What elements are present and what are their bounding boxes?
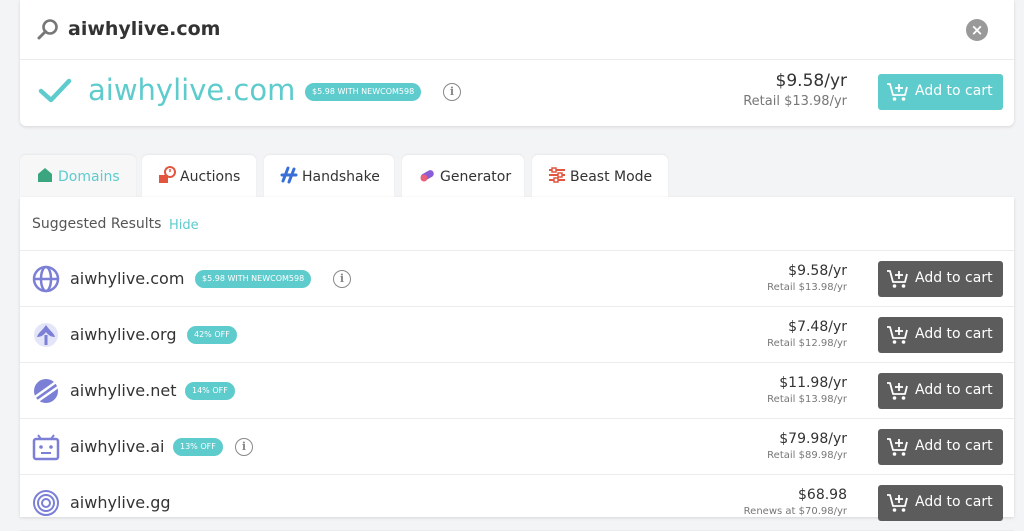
main-domain-name: aiwhylive.com xyxy=(88,73,296,107)
auction-icon xyxy=(159,166,176,183)
main-price: $9.58/yr xyxy=(775,71,847,91)
search-bar: aiwhylive.com × xyxy=(20,0,1014,60)
add-to-cart-button[interactable]: Add to cart xyxy=(878,373,1003,409)
tab-domains[interactable]: Domains xyxy=(20,155,136,197)
close-icon: × xyxy=(970,21,984,39)
tab-label: Generator xyxy=(440,169,512,185)
cart-label: Add to cart xyxy=(915,494,993,510)
main-retail-price: Retail $13.98/yr xyxy=(743,94,847,109)
result-row-gg: aiwhylive.gg $68.98 Renews at $70.98/yr … xyxy=(20,475,1014,531)
globe-icon xyxy=(32,265,60,293)
tab-label: Handshake xyxy=(302,169,380,185)
row-domain-name[interactable]: aiwhylive.com xyxy=(70,269,184,288)
hide-link[interactable]: Hide xyxy=(169,218,199,233)
info-icon[interactable]: i xyxy=(333,270,351,288)
info-icon[interactable]: i xyxy=(235,438,253,456)
promo-badge: $5.98 WITH NEWCOM598 xyxy=(195,270,312,288)
handshake-icon xyxy=(280,166,298,184)
generator-icon xyxy=(420,170,434,182)
row-domain-name[interactable]: aiwhylive.net xyxy=(70,381,177,400)
row-price: $68.98 xyxy=(798,487,847,503)
row-domain-name[interactable]: aiwhylive.org xyxy=(70,325,176,344)
org-icon xyxy=(34,323,58,347)
row-price: $7.48/yr xyxy=(788,319,847,335)
cart-add-icon xyxy=(887,382,908,400)
row-retail-price: Retail $12.98/yr xyxy=(767,338,847,349)
add-to-cart-button[interactable]: Add to cart xyxy=(878,261,1003,297)
home-icon xyxy=(38,168,52,182)
check-icon xyxy=(38,78,72,103)
tab-label: Auctions xyxy=(180,169,241,185)
add-to-cart-button[interactable]: Add to cart xyxy=(878,317,1003,353)
clear-search-button[interactable]: × xyxy=(966,19,988,41)
cart-add-icon xyxy=(887,494,908,512)
add-to-cart-button[interactable]: Add to cart xyxy=(878,485,1003,521)
search-input[interactable]: aiwhylive.com xyxy=(68,18,220,40)
ai-icon xyxy=(32,434,60,461)
tab-handshake[interactable]: Handshake xyxy=(264,155,394,197)
cart-label: Add to cart xyxy=(915,438,993,454)
tab-auctions[interactable]: Auctions xyxy=(142,155,256,197)
cart-add-icon xyxy=(887,438,908,456)
info-icon[interactable]: i xyxy=(443,83,461,101)
promo-badge: $5.98 WITH NEWCOM598 xyxy=(305,83,422,101)
result-row-ai: aiwhylive.ai 13% OFF i $79.98/yr Retail … xyxy=(20,419,1014,475)
row-retail-price: Retail $13.98/yr xyxy=(767,282,847,293)
row-retail-price: Retail $13.98/yr xyxy=(767,394,847,405)
cart-label: Add to cart xyxy=(915,326,993,342)
row-retail-price: Retail $89.98/yr xyxy=(767,450,847,461)
row-domain-name[interactable]: aiwhylive.gg xyxy=(70,493,171,512)
result-row-com: aiwhylive.com $5.98 WITH NEWCOM598 i $9.… xyxy=(20,251,1014,307)
results-panel: Suggested Results Hide aiwhylive.com $5.… xyxy=(20,197,1014,531)
row-price: $79.98/yr xyxy=(779,431,847,447)
cart-add-icon xyxy=(887,326,908,344)
add-to-cart-button[interactable]: Add to cart xyxy=(878,429,1003,465)
discount-badge: 42% OFF xyxy=(187,326,237,344)
sliders-icon xyxy=(549,167,565,183)
tab-beast-mode[interactable]: Beast Mode xyxy=(532,155,668,197)
cart-add-icon xyxy=(887,83,908,101)
results-header: Suggested Results Hide xyxy=(20,197,1014,251)
search-icon xyxy=(37,19,58,40)
cart-label: Add to cart xyxy=(915,270,993,286)
target-icon xyxy=(33,490,59,516)
row-price: $11.98/yr xyxy=(779,375,847,391)
cart-label: Add to cart xyxy=(915,83,993,99)
row-price: $9.58/yr xyxy=(788,263,847,279)
main-add-to-cart-button[interactable]: Add to cart xyxy=(878,74,1003,110)
row-domain-name[interactable]: aiwhylive.ai xyxy=(70,437,164,456)
cart-add-icon xyxy=(887,270,908,288)
search-result-card: aiwhylive.com × aiwhylive.com $5.98 WITH… xyxy=(20,0,1014,126)
tab-label: Domains xyxy=(58,169,120,185)
result-row-net: aiwhylive.net 14% OFF $11.98/yr Retail $… xyxy=(20,363,1014,419)
suggested-results-label: Suggested Results xyxy=(32,216,162,232)
discount-badge: 14% OFF xyxy=(185,382,235,400)
net-icon xyxy=(34,379,59,403)
tab-label: Beast Mode xyxy=(570,169,653,185)
cart-label: Add to cart xyxy=(915,382,993,398)
discount-badge: 13% OFF xyxy=(173,438,223,456)
result-row-org: aiwhylive.org 42% OFF $7.48/yr Retail $1… xyxy=(20,307,1014,363)
tab-generator[interactable]: Generator xyxy=(402,155,524,197)
